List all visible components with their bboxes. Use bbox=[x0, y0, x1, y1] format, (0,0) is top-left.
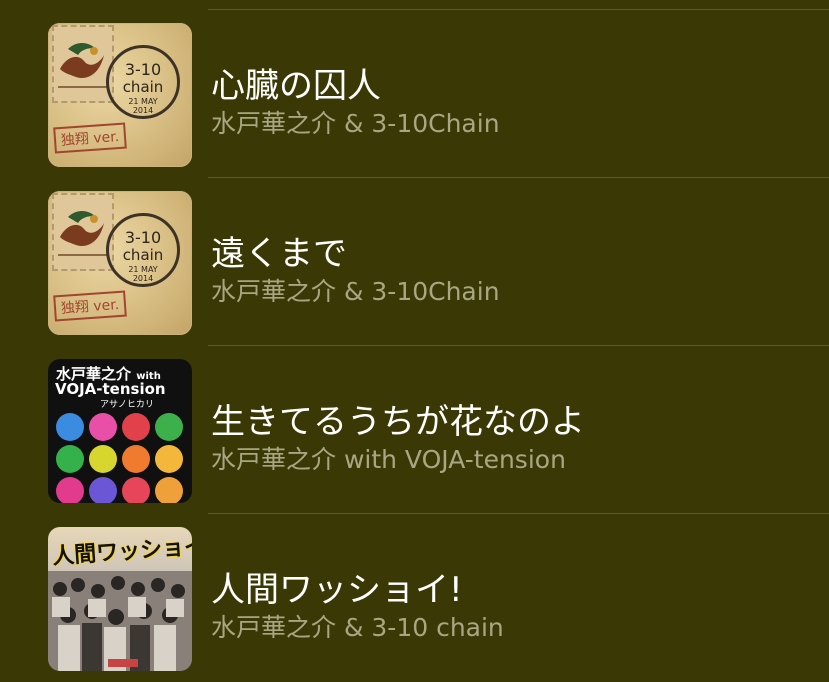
artwork-dot bbox=[56, 477, 84, 503]
album-artwork: 水戸華之介 with VOJA-tension アサノヒカリ bbox=[48, 359, 192, 503]
postmark: 3-10 chain 21 MAY 2014 bbox=[106, 213, 180, 287]
stamp-image bbox=[52, 193, 114, 271]
stamp-label: 独翔 ver. bbox=[53, 290, 127, 322]
artwork-dot bbox=[122, 445, 150, 473]
artwork-dot bbox=[56, 413, 84, 441]
song-row[interactable]: 3-10 chain 21 MAY 2014 独翔 ver. 心臓の囚人 水戸華… bbox=[0, 10, 829, 178]
song-title: 心臓の囚人 bbox=[211, 66, 381, 106]
artwork-dot bbox=[155, 477, 183, 503]
album-artwork: 人間ワッショイ! bbox=[48, 527, 192, 671]
artwork-dot bbox=[89, 477, 117, 503]
stamp-image bbox=[52, 25, 114, 103]
crowd-image bbox=[48, 571, 192, 671]
song-row[interactable]: 3-10 chain 21 MAY 2014 独翔 ver. 遠くまで 水戸華之… bbox=[0, 178, 829, 346]
song-artist: 水戸華之介 with VOJA-tension bbox=[211, 445, 566, 474]
postmark: 3-10 chain 21 MAY 2014 bbox=[106, 45, 180, 119]
stamp-label: 独翔 ver. bbox=[53, 122, 127, 154]
song-title: 人間ワッショイ! bbox=[211, 570, 463, 610]
artwork-dot bbox=[155, 445, 183, 473]
artwork-band-name: VOJA-tension bbox=[55, 380, 166, 398]
artwork-dot bbox=[122, 413, 150, 441]
artwork-subtitle: アサノヒカリ bbox=[100, 400, 154, 410]
artwork-dot bbox=[155, 413, 183, 441]
song-artist: 水戸華之介 & 3-10Chain bbox=[211, 109, 500, 138]
artwork-dot bbox=[122, 477, 150, 503]
artwork-dot bbox=[56, 445, 84, 473]
postmark-line3: 21 MAY 2014 bbox=[128, 265, 158, 283]
song-title: 遠くまで bbox=[211, 234, 347, 274]
song-row[interactable]: 人間ワッショイ! 人間ワッショイ! 水戸華之介 & 3-10 chain bbox=[0, 514, 829, 682]
song-title: 生きてるうちが花なのよ bbox=[211, 402, 585, 442]
artwork-dot bbox=[89, 413, 117, 441]
postmark-line3: 21 MAY 2014 bbox=[128, 97, 158, 115]
song-artist: 水戸華之介 & 3-10Chain bbox=[211, 277, 500, 306]
song-artist: 水戸華之介 & 3-10 chain bbox=[211, 613, 504, 642]
album-artwork: 3-10 chain 21 MAY 2014 独翔 ver. bbox=[48, 23, 192, 167]
postmark-line1: 3-10 bbox=[124, 60, 162, 79]
artwork-dot-grid bbox=[56, 413, 188, 503]
postmark-line1: 3-10 bbox=[124, 228, 162, 247]
artwork-title: 人間ワッショイ! bbox=[51, 533, 192, 570]
postmark-line2: chain bbox=[122, 246, 164, 264]
album-artwork: 3-10 chain 21 MAY 2014 独翔 ver. bbox=[48, 191, 192, 335]
artwork-dot bbox=[89, 445, 117, 473]
postmark-line2: chain bbox=[122, 78, 164, 96]
song-row[interactable]: 水戸華之介 with VOJA-tension アサノヒカリ 生きてるうちが花な… bbox=[0, 346, 829, 514]
